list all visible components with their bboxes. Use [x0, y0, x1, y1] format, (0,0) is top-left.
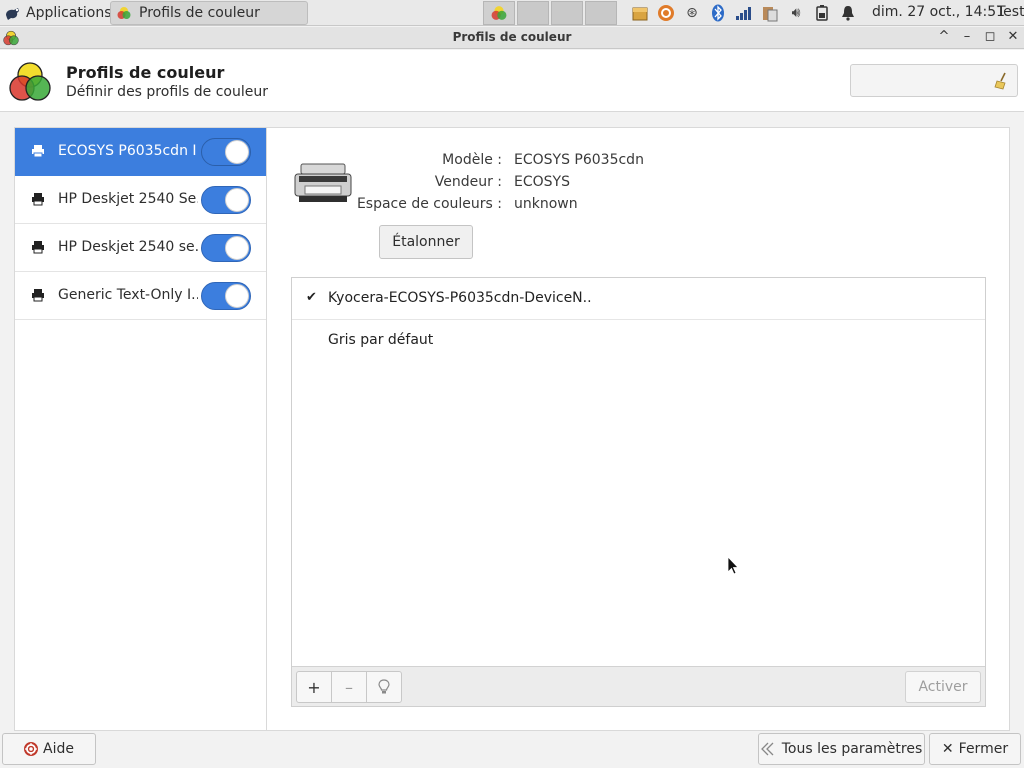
- close-window-button[interactable]: ✕: [1004, 29, 1022, 47]
- color-profile-icon: [491, 6, 507, 20]
- profile-row[interactable]: ✔ Kyocera-ECOSYS-P6035cdn-DeviceN..: [292, 278, 985, 320]
- applications-label: Applications: [26, 4, 112, 21]
- close-label: Fermer: [958, 741, 1009, 757]
- device-toggle[interactable]: [201, 234, 251, 262]
- app-header: Profils de couleur Définir des profils d…: [0, 50, 1024, 112]
- clear-search-icon[interactable]: [993, 72, 1009, 90]
- model-value: ECOSYS P6035cdn: [514, 152, 644, 168]
- profile-toolbar: + – Activer: [292, 666, 985, 706]
- taskbar-window-title: Profils de couleur: [139, 5, 260, 21]
- search-input[interactable]: [850, 64, 1018, 97]
- network-icon[interactable]: ⊛: [682, 3, 702, 23]
- printer-icon: [32, 193, 44, 206]
- workspace-4[interactable]: [585, 1, 617, 25]
- minimize-button[interactable]: –: [958, 29, 976, 47]
- system-tray: ⊛ 🔊︎: [630, 2, 858, 24]
- workspace-2[interactable]: [517, 1, 549, 25]
- toggle-knob: [225, 140, 249, 164]
- toggle-knob: [225, 188, 249, 212]
- workspace-3[interactable]: [551, 1, 583, 25]
- close-icon: ✕: [941, 741, 954, 757]
- user-menu[interactable]: Test: [997, 4, 1024, 20]
- colorspace-label: Espace de couleurs :: [356, 196, 502, 212]
- profile-name: Kyocera-ECOSYS-P6035cdn-DeviceN..: [328, 290, 592, 306]
- workspace-1[interactable]: [483, 1, 515, 25]
- close-button[interactable]: ✕ Fermer: [929, 733, 1021, 765]
- model-label: Modèle :: [442, 152, 502, 168]
- profile-name: Gris par défaut: [328, 332, 434, 348]
- device-item-ecosys[interactable]: ECOSYS P6035cdn I...: [15, 128, 266, 176]
- colorspace-value: unknown: [514, 196, 578, 212]
- help-label: Aide: [43, 741, 74, 757]
- window-title: Profils de couleur: [452, 30, 572, 44]
- checkmark-icon: ✔: [306, 290, 317, 305]
- calibrate-button[interactable]: Étalonner: [379, 225, 473, 259]
- clipboard-icon[interactable]: [760, 3, 780, 23]
- lightbulb-icon[interactable]: [366, 671, 402, 703]
- content-area: ECOSYS P6035cdn I... HP Deskjet 2540 Se.…: [0, 113, 1024, 731]
- battery-icon[interactable]: [812, 3, 832, 23]
- device-toggle[interactable]: [201, 282, 251, 310]
- signal-icon[interactable]: [734, 3, 754, 23]
- color-profile-icon: [117, 7, 131, 19]
- device-item-generic-text[interactable]: Generic Text-Only I...: [15, 272, 266, 320]
- device-label: HP Deskjet 2540 Se...: [58, 191, 198, 207]
- shade-button[interactable]: ^: [935, 29, 953, 47]
- device-item-hp-deskjet-2[interactable]: HP Deskjet 2540 se...: [15, 224, 266, 272]
- top-panel: Applications ⁝ Profils de couleur ⊛ 🔊︎ d…: [0, 0, 1024, 26]
- printer-icon: [32, 241, 44, 254]
- device-details-pane: Modèle : ECOSYS P6035cdn Vendeur : ECOSY…: [266, 127, 1010, 731]
- applications-menu[interactable]: Applications ⁝: [0, 0, 124, 26]
- package-icon[interactable]: [630, 3, 650, 23]
- vendor-label: Vendeur :: [434, 174, 502, 190]
- bluetooth-icon[interactable]: [708, 3, 728, 23]
- bottom-bar: Aide Tous les paramètres ✕ Fermer: [0, 731, 1024, 768]
- page-subtitle: Définir des profils de couleur: [66, 84, 268, 100]
- toggle-knob: [225, 236, 249, 260]
- device-toggle[interactable]: [201, 186, 251, 214]
- help-button[interactable]: Aide: [2, 733, 96, 765]
- all-settings-label: Tous les paramètres: [781, 741, 923, 757]
- printer-icon: [32, 145, 44, 158]
- settings-back-icon: [760, 742, 774, 756]
- device-item-hp-deskjet-1[interactable]: HP Deskjet 2540 Se...: [15, 176, 266, 224]
- xfce-mouse-icon: [6, 7, 19, 20]
- device-label: ECOSYS P6035cdn I...: [58, 143, 198, 159]
- mouse-cursor-icon: [727, 556, 739, 575]
- lifebuoy-icon: [24, 742, 39, 756]
- activate-button[interactable]: Activer: [905, 671, 981, 703]
- remove-profile-button[interactable]: –: [331, 671, 367, 703]
- volume-icon[interactable]: 🔊︎: [786, 3, 806, 23]
- vendor-value: ECOSYS: [514, 174, 570, 190]
- update-icon[interactable]: [656, 3, 676, 23]
- taskbar-window-button[interactable]: Profils de couleur: [110, 1, 308, 25]
- clock[interactable]: dim. 27 oct., 14:51: [872, 4, 1005, 20]
- maximize-button[interactable]: ◻: [981, 29, 999, 47]
- device-toggle[interactable]: [201, 138, 251, 166]
- all-settings-button[interactable]: Tous les paramètres: [758, 733, 925, 765]
- device-list: ECOSYS P6035cdn I... HP Deskjet 2540 Se.…: [14, 127, 266, 731]
- add-profile-button[interactable]: +: [296, 671, 332, 703]
- device-label: HP Deskjet 2540 se...: [58, 239, 198, 255]
- color-profile-logo-icon: [9, 62, 51, 101]
- device-label: Generic Text-Only I...: [58, 287, 198, 303]
- bell-icon[interactable]: [838, 3, 858, 23]
- profile-list: ✔ Kyocera-ECOSYS-P6035cdn-DeviceN.. Gris…: [291, 277, 986, 707]
- window-titlebar[interactable]: Profils de couleur ^ – ◻ ✕: [0, 27, 1024, 49]
- toggle-knob: [225, 284, 249, 308]
- printer-icon: [32, 289, 44, 302]
- page-title: Profils de couleur: [66, 63, 225, 82]
- profile-row[interactable]: Gris par défaut: [292, 320, 985, 362]
